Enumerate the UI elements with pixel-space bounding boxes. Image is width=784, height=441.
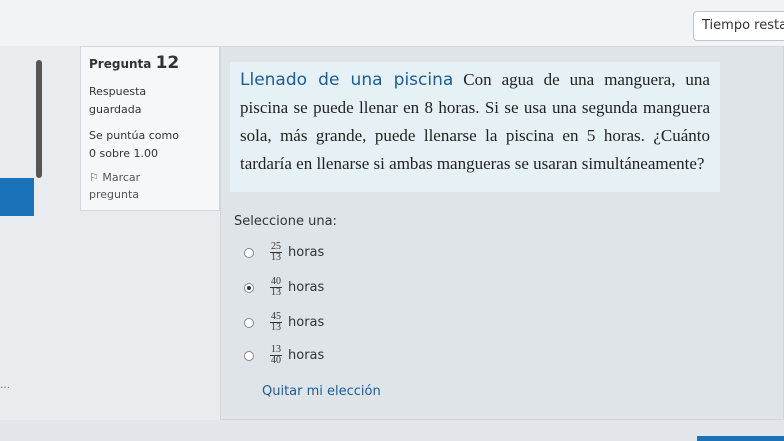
flag-question-button[interactable]: ⚐ Marcar pregunta: [89, 169, 219, 203]
timer-box: Tiempo resta: [693, 11, 784, 41]
denominator: 40: [271, 355, 281, 366]
radio-button-selected[interactable]: [244, 282, 254, 293]
denominator: 13: [271, 252, 281, 263]
scroll-handle[interactable]: [36, 60, 42, 178]
answer-prompt: Seleccione una:: [234, 214, 337, 229]
status-line-2: guardada: [89, 103, 142, 116]
timer-label: Tiempo resta: [702, 18, 784, 33]
option-unit: horas: [288, 245, 325, 260]
radio-button[interactable]: [244, 247, 254, 258]
fraction: 13 40: [270, 345, 282, 366]
question-number-value: 12: [155, 53, 180, 73]
top-bar: [0, 0, 784, 46]
answer-option[interactable]: 13 40 horas: [244, 345, 324, 366]
option-unit: horas: [288, 280, 325, 295]
score-line-2: 0 sobre 1.00: [89, 147, 158, 160]
fraction: 25 13: [270, 242, 282, 263]
flag-label-1: Marcar: [102, 171, 141, 184]
flag-icon: ⚐: [89, 171, 99, 184]
denominator: 13: [271, 322, 281, 333]
ellipsis-icon: …: [0, 380, 10, 391]
question-info-panel: Pregunta 12 Respuesta guardada Se puntúa…: [80, 46, 220, 211]
fraction: 40 13: [270, 277, 282, 298]
question-title: Llenado de una piscina: [240, 70, 454, 90]
score-line-1: Se puntúa como: [89, 129, 179, 142]
question-label: Pregunta: [89, 57, 152, 71]
question-number: Pregunta 12: [89, 53, 219, 73]
bottom-accent-bar: [697, 436, 784, 441]
flag-label-2: pregunta: [89, 188, 140, 201]
radio-button[interactable]: [244, 317, 254, 328]
option-unit: horas: [288, 348, 325, 363]
clear-choice-link[interactable]: Quitar mi elección: [262, 384, 381, 399]
radio-button[interactable]: [244, 350, 254, 361]
question-text: Llenado de una piscina Con agua de una m…: [240, 66, 710, 178]
answer-option[interactable]: 25 13 horas: [244, 242, 324, 263]
option-unit: horas: [288, 315, 325, 330]
denominator: 13: [271, 287, 281, 298]
bottom-strip: [0, 420, 784, 441]
fraction: 45 13: [270, 312, 282, 333]
answer-option[interactable]: 40 13 horas: [244, 277, 324, 298]
drawer-toggle[interactable]: [0, 178, 34, 216]
status-line-1: Respuesta: [89, 85, 147, 98]
answer-option[interactable]: 45 13 horas: [244, 312, 324, 333]
